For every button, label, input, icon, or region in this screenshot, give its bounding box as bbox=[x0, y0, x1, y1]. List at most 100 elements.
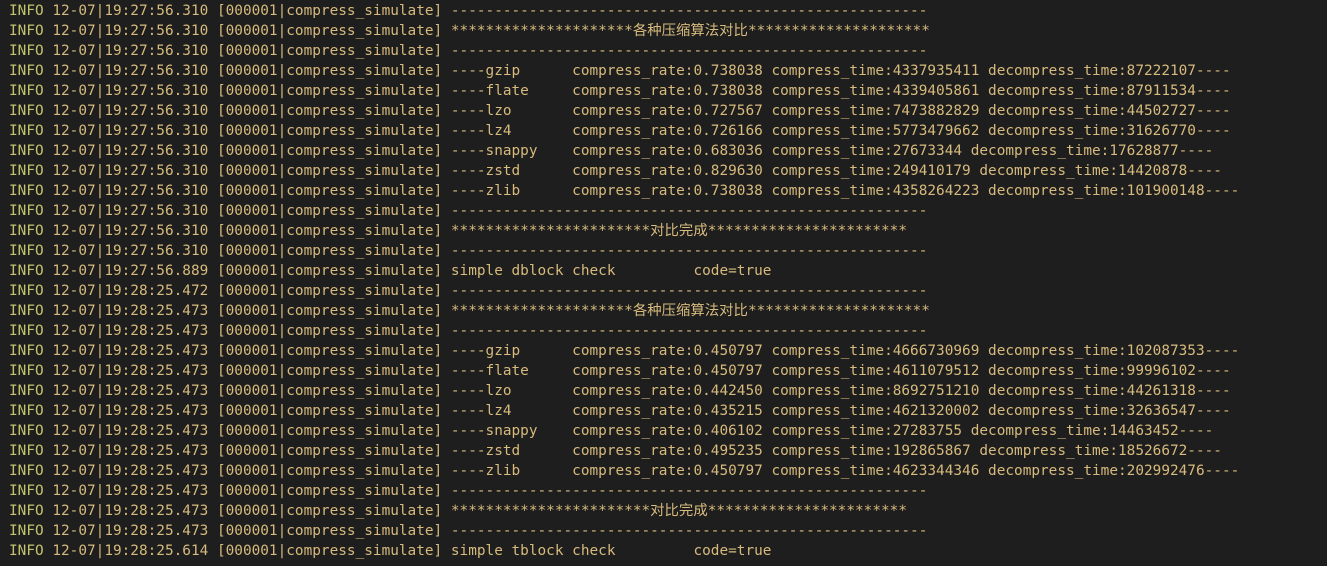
log-date: 12-07 bbox=[52, 143, 96, 159]
log-message: |19:27:56.310 [000001|compress_simulate]… bbox=[95, 43, 928, 59]
log-date: 12-07 bbox=[52, 363, 96, 379]
log-line: INFO 12-07|19:27:56.310 [000001|compress… bbox=[9, 41, 1327, 61]
log-message: |19:28:25.472 [000001|compress_simulate]… bbox=[95, 283, 928, 299]
log-level: INFO bbox=[9, 323, 44, 339]
log-message: |19:28:25.473 [000001|compress_simulate]… bbox=[95, 303, 930, 319]
log-date: 12-07 bbox=[52, 503, 96, 519]
log-output: INFO 12-07|19:27:56.310 [000001|compress… bbox=[0, 0, 1327, 561]
log-date: 12-07 bbox=[52, 303, 96, 319]
log-line: INFO 12-07|19:28:25.473 [000001|compress… bbox=[9, 481, 1327, 501]
log-date: 12-07 bbox=[52, 283, 96, 299]
log-message: |19:27:56.310 [000001|compress_simulate]… bbox=[95, 103, 1231, 119]
log-date: 12-07 bbox=[52, 263, 96, 279]
log-date: 12-07 bbox=[52, 203, 96, 219]
log-message: |19:28:25.473 [000001|compress_simulate]… bbox=[95, 363, 1231, 379]
log-date: 12-07 bbox=[52, 523, 96, 539]
log-message: |19:27:56.310 [000001|compress_simulate]… bbox=[95, 243, 928, 259]
log-message: |19:28:25.614 [000001|compress_simulate]… bbox=[95, 543, 772, 559]
log-line: INFO 12-07|19:28:25.473 [000001|compress… bbox=[9, 401, 1327, 421]
log-date: 12-07 bbox=[52, 23, 96, 39]
log-date: 12-07 bbox=[52, 163, 96, 179]
log-line: INFO 12-07|19:28:25.473 [000001|compress… bbox=[9, 381, 1327, 401]
log-level: INFO bbox=[9, 243, 44, 259]
log-date: 12-07 bbox=[52, 43, 96, 59]
log-line: INFO 12-07|19:28:25.473 [000001|compress… bbox=[9, 301, 1327, 321]
log-line: INFO 12-07|19:28:25.614 [000001|compress… bbox=[9, 541, 1327, 561]
log-level: INFO bbox=[9, 283, 44, 299]
log-line: INFO 12-07|19:27:56.310 [000001|compress… bbox=[9, 81, 1327, 101]
log-level: INFO bbox=[9, 183, 44, 199]
log-line: INFO 12-07|19:28:25.473 [000001|compress… bbox=[9, 321, 1327, 341]
log-message: |19:27:56.310 [000001|compress_simulate]… bbox=[95, 223, 907, 239]
log-message: |19:28:25.473 [000001|compress_simulate]… bbox=[95, 483, 928, 499]
log-line: INFO 12-07|19:27:56.310 [000001|compress… bbox=[9, 241, 1327, 261]
log-date: 12-07 bbox=[52, 343, 96, 359]
log-message: |19:27:56.310 [000001|compress_simulate]… bbox=[95, 123, 1231, 139]
log-line: INFO 12-07|19:27:56.310 [000001|compress… bbox=[9, 221, 1327, 241]
log-message: |19:28:25.473 [000001|compress_simulate]… bbox=[95, 463, 1240, 479]
log-date: 12-07 bbox=[52, 463, 96, 479]
log-line: INFO 12-07|19:27:56.310 [000001|compress… bbox=[9, 141, 1327, 161]
log-level: INFO bbox=[9, 63, 44, 79]
log-message: |19:27:56.310 [000001|compress_simulate]… bbox=[95, 163, 1222, 179]
log-date: 12-07 bbox=[52, 383, 96, 399]
log-message: |19:27:56.310 [000001|compress_simulate]… bbox=[95, 3, 928, 19]
log-line: INFO 12-07|19:28:25.473 [000001|compress… bbox=[9, 361, 1327, 381]
log-line: INFO 12-07|19:28:25.473 [000001|compress… bbox=[9, 441, 1327, 461]
log-level: INFO bbox=[9, 3, 44, 19]
log-level: INFO bbox=[9, 263, 44, 279]
log-level: INFO bbox=[9, 303, 44, 319]
log-date: 12-07 bbox=[52, 483, 96, 499]
log-date: 12-07 bbox=[52, 103, 96, 119]
log-level: INFO bbox=[9, 363, 44, 379]
log-line: INFO 12-07|19:27:56.310 [000001|compress… bbox=[9, 61, 1327, 81]
log-line: INFO 12-07|19:28:25.473 [000001|compress… bbox=[9, 461, 1327, 481]
log-level: INFO bbox=[9, 423, 44, 439]
log-date: 12-07 bbox=[52, 243, 96, 259]
log-message: |19:27:56.310 [000001|compress_simulate]… bbox=[95, 203, 928, 219]
log-date: 12-07 bbox=[52, 543, 96, 559]
log-message: |19:27:56.310 [000001|compress_simulate]… bbox=[95, 63, 1231, 79]
log-message: |19:28:25.473 [000001|compress_simulate]… bbox=[95, 503, 907, 519]
log-message: |19:27:56.310 [000001|compress_simulate]… bbox=[95, 23, 930, 39]
log-date: 12-07 bbox=[52, 123, 96, 139]
log-message: |19:27:56.889 [000001|compress_simulate]… bbox=[95, 263, 772, 279]
log-level: INFO bbox=[9, 383, 44, 399]
log-line: INFO 12-07|19:27:56.889 [000001|compress… bbox=[9, 261, 1327, 281]
log-date: 12-07 bbox=[52, 3, 96, 19]
log-level: INFO bbox=[9, 123, 44, 139]
log-level: INFO bbox=[9, 343, 44, 359]
log-message: |19:28:25.473 [000001|compress_simulate]… bbox=[95, 403, 1231, 419]
log-level: INFO bbox=[9, 223, 44, 239]
log-level: INFO bbox=[9, 443, 44, 459]
log-level: INFO bbox=[9, 543, 44, 559]
log-level: INFO bbox=[9, 43, 44, 59]
log-message: |19:28:25.473 [000001|compress_simulate]… bbox=[95, 383, 1231, 399]
log-message: |19:28:25.473 [000001|compress_simulate]… bbox=[95, 443, 1222, 459]
log-line: INFO 12-07|19:27:56.310 [000001|compress… bbox=[9, 181, 1327, 201]
log-line: INFO 12-07|19:28:25.473 [000001|compress… bbox=[9, 501, 1327, 521]
log-level: INFO bbox=[9, 163, 44, 179]
log-line: INFO 12-07|19:28:25.473 [000001|compress… bbox=[9, 521, 1327, 541]
log-message: |19:28:25.473 [000001|compress_simulate]… bbox=[95, 343, 1240, 359]
log-line: INFO 12-07|19:27:56.310 [000001|compress… bbox=[9, 1, 1327, 21]
log-line: INFO 12-07|19:28:25.472 [000001|compress… bbox=[9, 281, 1327, 301]
log-level: INFO bbox=[9, 403, 44, 419]
log-line: INFO 12-07|19:27:56.310 [000001|compress… bbox=[9, 161, 1327, 181]
log-level: INFO bbox=[9, 83, 44, 99]
log-level: INFO bbox=[9, 203, 44, 219]
log-level: INFO bbox=[9, 523, 44, 539]
log-date: 12-07 bbox=[52, 63, 96, 79]
log-level: INFO bbox=[9, 503, 44, 519]
log-level: INFO bbox=[9, 483, 44, 499]
log-line: INFO 12-07|19:28:25.473 [000001|compress… bbox=[9, 421, 1327, 441]
log-line: INFO 12-07|19:27:56.310 [000001|compress… bbox=[9, 121, 1327, 141]
log-level: INFO bbox=[9, 103, 44, 119]
log-date: 12-07 bbox=[52, 423, 96, 439]
log-message: |19:27:56.310 [000001|compress_simulate]… bbox=[95, 143, 1214, 159]
log-level: INFO bbox=[9, 23, 44, 39]
log-message: |19:27:56.310 [000001|compress_simulate]… bbox=[95, 183, 1240, 199]
log-level: INFO bbox=[9, 463, 44, 479]
log-message: |19:28:25.473 [000001|compress_simulate]… bbox=[95, 423, 1214, 439]
log-date: 12-07 bbox=[52, 443, 96, 459]
